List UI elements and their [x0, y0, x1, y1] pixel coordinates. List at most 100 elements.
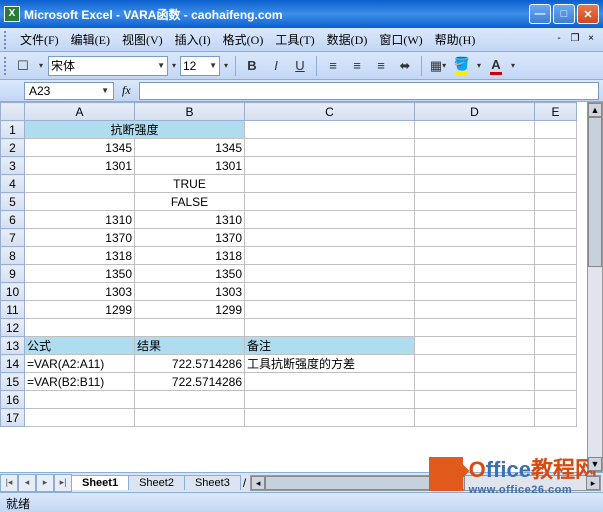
cell[interactable] [415, 175, 535, 193]
row-header[interactable]: 12 [1, 319, 25, 337]
scroll-down-icon[interactable]: ▼ [588, 457, 602, 471]
cell[interactable]: 1301 [135, 157, 245, 175]
cell[interactable] [535, 193, 577, 211]
cell[interactable] [415, 121, 535, 139]
italic-button[interactable]: I [265, 55, 287, 77]
cell[interactable] [535, 121, 577, 139]
row-header[interactable]: 8 [1, 247, 25, 265]
cell[interactable] [245, 301, 415, 319]
row-header[interactable]: 5 [1, 193, 25, 211]
cell[interactable] [245, 409, 415, 427]
fx-icon[interactable]: fx [122, 83, 131, 98]
toolbar-handle[interactable] [4, 31, 10, 49]
cell[interactable] [415, 355, 535, 373]
font-color-button[interactable]: A [485, 55, 507, 77]
cell[interactable] [415, 301, 535, 319]
cell[interactable] [415, 391, 535, 409]
menu-help[interactable]: 帮助(H) [429, 29, 482, 50]
row-header[interactable]: 13 [1, 337, 25, 355]
menu-insert[interactable]: 插入(I) [169, 29, 217, 50]
cell[interactable] [245, 157, 415, 175]
vertical-scrollbar[interactable]: ▲ ▼ [587, 102, 603, 472]
worksheet-grid[interactable]: A B C D E 1 抗断强度 2 1345 1345 3 1301 1301… [0, 102, 603, 472]
doc-minimize-button[interactable]: - [552, 33, 566, 47]
minimize-button[interactable]: — [529, 4, 551, 24]
align-right-button[interactable]: ≡ [370, 55, 392, 77]
maximize-button[interactable]: □ [553, 4, 575, 24]
cell[interactable] [415, 283, 535, 301]
cell[interactable] [535, 211, 577, 229]
scrollbar-thumb[interactable] [588, 117, 602, 267]
name-box[interactable]: A23 ▼ [24, 82, 114, 100]
cell[interactable] [415, 247, 535, 265]
menu-file[interactable]: 文件(F) [14, 29, 65, 50]
cell[interactable] [25, 319, 135, 337]
row-header[interactable]: 3 [1, 157, 25, 175]
column-header-c[interactable]: C [245, 103, 415, 121]
sheet-nav-next[interactable]: ▸ [36, 474, 54, 492]
cell[interactable]: 1350 [25, 265, 135, 283]
cell[interactable] [535, 301, 577, 319]
font-size-select[interactable]: 12 ▼ [180, 56, 220, 76]
fill-color-button[interactable]: 🪣 [451, 55, 473, 77]
row-header[interactable]: 16 [1, 391, 25, 409]
cell[interactable]: =VAR(A2:A11) [25, 355, 135, 373]
toolbar-dropdown[interactable]: ▾ [36, 55, 46, 77]
sheet-tab-1[interactable]: Sheet1 [71, 475, 129, 490]
row-header[interactable]: 2 [1, 139, 25, 157]
cell[interactable] [535, 337, 577, 355]
cell[interactable] [415, 193, 535, 211]
menu-data[interactable]: 数据(D) [321, 29, 374, 50]
cell[interactable] [535, 319, 577, 337]
cell[interactable] [535, 283, 577, 301]
font-name-select[interactable]: 宋体 ▼ [48, 56, 168, 76]
scroll-left-icon[interactable]: ◂ [251, 476, 265, 490]
cell[interactable] [535, 265, 577, 283]
cell[interactable] [415, 373, 535, 391]
formula-bar[interactable] [139, 82, 599, 100]
cell[interactable] [245, 391, 415, 409]
merge-center-button[interactable]: ⬌ [394, 55, 416, 77]
sheet-tab-2[interactable]: Sheet2 [128, 475, 185, 490]
cell[interactable]: 1318 [135, 247, 245, 265]
borders-button[interactable]: ▦▾ [427, 55, 449, 77]
column-header-b[interactable]: B [135, 103, 245, 121]
cell[interactable] [415, 319, 535, 337]
bold-button[interactable]: B [241, 55, 263, 77]
doc-restore-button[interactable]: ❐ [568, 33, 582, 47]
menu-window[interactable]: 窗口(W) [373, 29, 428, 50]
cell[interactable]: 公式 [25, 337, 135, 355]
cell[interactable] [135, 391, 245, 409]
cell[interactable] [25, 175, 135, 193]
cell[interactable]: 1370 [25, 229, 135, 247]
cell[interactable] [245, 373, 415, 391]
cell[interactable]: 结果 [135, 337, 245, 355]
cell[interactable]: 1310 [25, 211, 135, 229]
cell[interactable]: 备注 [245, 337, 415, 355]
cell[interactable] [535, 247, 577, 265]
cell[interactable]: 1350 [135, 265, 245, 283]
cell[interactable] [135, 409, 245, 427]
row-header[interactable]: 7 [1, 229, 25, 247]
cell[interactable] [25, 409, 135, 427]
cell[interactable] [415, 409, 535, 427]
cell[interactable]: 722.5714286 [135, 373, 245, 391]
toolbar-button[interactable]: ☐ [12, 55, 34, 77]
cell[interactable] [135, 319, 245, 337]
menu-view[interactable]: 视图(V) [116, 29, 169, 50]
column-header-a[interactable]: A [25, 103, 135, 121]
menu-tools[interactable]: 工具(T) [269, 29, 320, 50]
row-header[interactable]: 17 [1, 409, 25, 427]
toolbar-handle[interactable] [4, 57, 10, 75]
scroll-up-icon[interactable]: ▲ [588, 103, 602, 117]
cell[interactable] [245, 175, 415, 193]
row-header[interactable]: 1 [1, 121, 25, 139]
toolbar-dropdown[interactable]: ▾ [475, 55, 483, 77]
cell[interactable]: 1318 [25, 247, 135, 265]
row-header[interactable]: 11 [1, 301, 25, 319]
cell[interactable] [415, 337, 535, 355]
horizontal-scrollbar[interactable]: ◂ ▸ [250, 475, 601, 491]
sheet-nav-last[interactable]: ▸| [54, 474, 72, 492]
sheet-nav-prev[interactable]: ◂ [18, 474, 36, 492]
cell[interactable] [535, 157, 577, 175]
